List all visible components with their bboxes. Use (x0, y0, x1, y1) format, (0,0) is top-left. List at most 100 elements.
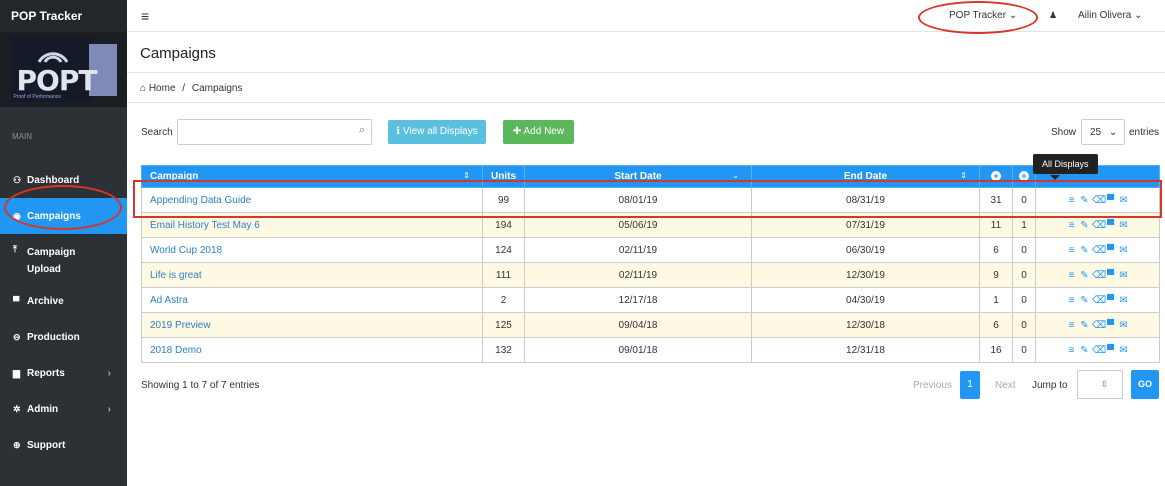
edit-icon[interactable]: ✎ (1079, 295, 1090, 306)
edit-icon[interactable]: ✎ (1079, 245, 1090, 256)
logo-container: POPT Proof of Performance (0, 32, 127, 107)
delete-icon[interactable]: ⌫ (1092, 220, 1106, 231)
actions-cell: ≡ ✎ ⌫▀ ✉ (1035, 337, 1160, 363)
reports-icon: ▆ (13, 367, 20, 378)
sidebar-item-reports[interactable]: ▆ Reports › (0, 355, 127, 391)
previous-button[interactable]: Previous (913, 380, 952, 391)
edit-icon[interactable]: ✎ (1079, 320, 1090, 331)
table-row[interactable]: Life is great 111 02/11/19 12/30/19 9 0 ≡ ✎ ⌫▀ ✉ (141, 262, 1160, 288)
user-icon: ♟ (1049, 10, 1058, 20)
archive-icon[interactable]: ▀ (1105, 295, 1116, 306)
archive-icon[interactable]: ▀ (1105, 245, 1116, 256)
show-label: Show (1051, 127, 1077, 138)
list-icon[interactable]: ≡ (1066, 270, 1077, 281)
actions-cell: ≡ ✎ ⌫▀ ✉ (1035, 312, 1160, 338)
count-b-cell: 0 (1012, 337, 1036, 363)
hamburger-menu-icon[interactable]: ≡ (141, 8, 149, 24)
next-button[interactable]: Next (995, 380, 1016, 391)
list-icon[interactable]: ≡ (1066, 245, 1077, 256)
email-icon[interactable]: ✉ (1118, 345, 1129, 356)
view-all-displays-button[interactable]: ℹ View all Displays (388, 120, 486, 144)
sidebar-item-archive[interactable]: ▀ Archive (0, 283, 127, 319)
print-icon: ⊖ (13, 331, 21, 342)
email-icon[interactable]: ✉ (1118, 220, 1129, 231)
list-icon[interactable]: ≡ (1066, 295, 1077, 306)
delete-icon[interactable]: ⌫ (1092, 245, 1106, 256)
archive-icon[interactable]: ▀ (1105, 220, 1116, 231)
sort-icon: ⇕ (463, 171, 470, 180)
campaign-link[interactable]: World Cup 2018 (141, 237, 483, 263)
upload-icon: ⤒ (13, 244, 17, 254)
list-icon[interactable]: ≡ (1066, 220, 1077, 231)
list-icon[interactable]: ≡ (1066, 345, 1077, 356)
end-date-cell: 04/30/19 (751, 287, 980, 313)
jump-to-input[interactable]: ⇳ (1077, 370, 1123, 399)
end-date-cell: 12/30/18 (751, 312, 980, 338)
tracker-annotation-oval (918, 1, 1038, 34)
archive-icon[interactable]: ▀ (1105, 345, 1116, 356)
sidebar-item-admin[interactable]: ✲ Admin › (0, 391, 127, 427)
start-date-cell: 09/01/18 (524, 337, 752, 363)
campaign-link[interactable]: 2018 Demo (141, 337, 483, 363)
brand-title[interactable]: POP Tracker (0, 0, 127, 32)
breadcrumb-current: Campaigns (191, 83, 243, 94)
page-1-button[interactable]: 1 (960, 371, 980, 399)
spinner-icon[interactable]: ⇳ (1100, 379, 1108, 390)
sidebar-item-label: Reports (27, 367, 65, 379)
jump-to-label: Jump to (1032, 380, 1068, 391)
delete-icon[interactable]: ⌫ (1092, 320, 1106, 331)
page-length-select[interactable]: 25 ⌄ (1081, 119, 1125, 145)
search-label: Search (141, 127, 173, 138)
delete-icon[interactable]: ⌫ (1092, 295, 1106, 306)
add-new-button[interactable]: ✚ Add New (503, 120, 574, 144)
breadcrumb-home[interactable]: Home (149, 83, 176, 94)
chevron-right-icon: › (107, 367, 111, 379)
campaign-link[interactable]: Ad Astra (141, 287, 483, 313)
sidebar-item-campaign-upload[interactable]: ⤒ Campaign Upload (0, 234, 127, 283)
go-button[interactable]: GO (1131, 370, 1159, 399)
actions-cell: ≡ ✎ ⌫▀ ✉ (1035, 262, 1160, 288)
units-cell: 124 (482, 237, 525, 263)
start-date-cell: 12/17/18 (524, 287, 752, 313)
sidebar-item-label: Support (27, 439, 66, 451)
count-a-cell: 16 (979, 337, 1013, 363)
table-row[interactable]: 2018 Demo 132 09/01/18 12/31/18 16 0 ≡ ✎ ⌫▀ ✉ (141, 337, 1160, 363)
start-date-cell: 02/11/19 (524, 262, 752, 288)
logo[interactable]: POPT Proof of Performance (10, 37, 117, 102)
email-icon[interactable]: ✉ (1118, 295, 1129, 306)
edit-icon[interactable]: ✎ (1079, 220, 1090, 231)
edit-icon[interactable]: ✎ (1079, 270, 1090, 281)
email-icon[interactable]: ✉ (1118, 270, 1129, 281)
sidebar-item-support[interactable]: ⊕ Support (0, 427, 127, 463)
table-row[interactable]: 2019 Preview 125 09/04/18 12/30/18 6 0 ≡ ✎ ⌫▀ ✉ (141, 312, 1160, 338)
table-info: Showing 1 to 7 of 7 entries (141, 380, 260, 391)
units-cell: 132 (482, 337, 525, 363)
start-date-cell: 09/04/18 (524, 312, 752, 338)
edit-icon[interactable]: ✎ (1079, 345, 1090, 356)
sidebar: POP Tracker POPT Proof of Performance MA… (0, 0, 127, 486)
campaign-link[interactable]: 2019 Preview (141, 312, 483, 338)
sidebar-item-production[interactable]: ⊖ Production (0, 319, 127, 355)
archive-icon[interactable]: ▀ (1105, 320, 1116, 331)
dashboard-icon: ⚇ (13, 174, 22, 185)
count-a-cell: 1 (979, 287, 1013, 313)
user-menu[interactable]: Ailin Olivera ⌄ (1078, 10, 1143, 21)
campaign-link[interactable]: Life is great (141, 262, 483, 288)
email-icon[interactable]: ✉ (1118, 320, 1129, 331)
delete-icon[interactable]: ⌫ (1092, 270, 1106, 281)
archive-icon[interactable]: ▀ (1105, 270, 1116, 281)
end-date-cell: 06/30/19 (751, 237, 980, 263)
email-icon[interactable]: ✉ (1118, 245, 1129, 256)
table-row[interactable]: Ad Astra 2 12/17/18 04/30/19 1 0 ≡ ✎ ⌫▀ ✉ (141, 287, 1160, 313)
support-icon: ⊕ (13, 439, 21, 450)
list-icon[interactable]: ≡ (1066, 320, 1077, 331)
count-b-cell: 0 (1012, 262, 1036, 288)
sort-desc-icon: ⌄ (732, 171, 739, 180)
table-row[interactable]: World Cup 2018 124 02/11/19 06/30/19 6 0 ≡ ✎ ⌫▀ ✉ (141, 237, 1160, 263)
sidebar-item-label: Production (27, 331, 80, 343)
actions-cell: ≡ ✎ ⌫▀ ✉ (1035, 287, 1160, 313)
search-input[interactable]: ⌕ (177, 119, 372, 145)
units-cell: 2 (482, 287, 525, 313)
delete-icon[interactable]: ⌫ (1092, 345, 1106, 356)
logo-subtext: Proof of Performance (13, 93, 62, 100)
